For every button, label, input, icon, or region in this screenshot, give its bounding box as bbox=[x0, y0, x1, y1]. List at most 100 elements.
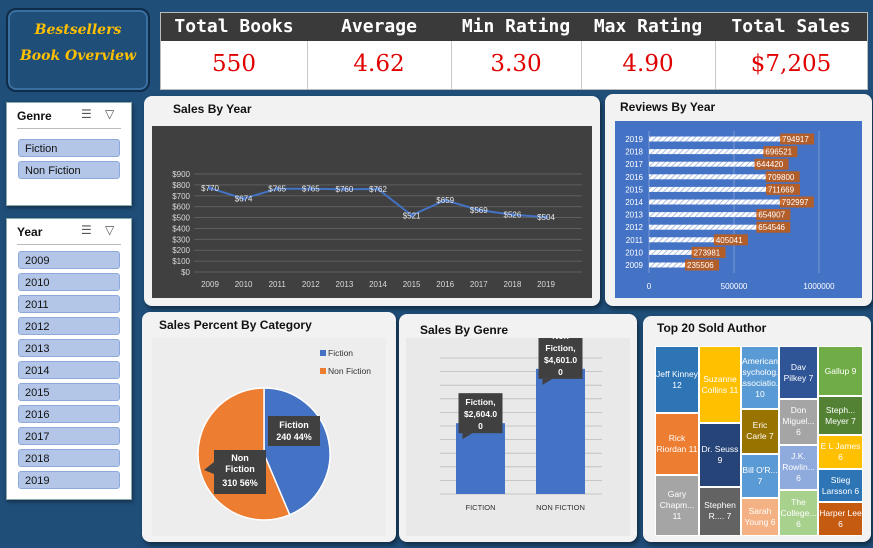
kpi-value: 4.62 bbox=[353, 51, 405, 77]
treemap-tile: Jeff Kinney 12 bbox=[655, 346, 699, 414]
treemap-tile: Suzanne Collins 11 bbox=[698, 346, 741, 424]
y-tick-label: $600 bbox=[172, 203, 190, 212]
y-tick-label: 2016 bbox=[625, 173, 643, 182]
slicer-item-year-2017[interactable]: 2017 bbox=[18, 427, 120, 445]
slicer-item-year-2016[interactable]: 2016 bbox=[18, 405, 120, 423]
data-label: $521 bbox=[403, 211, 421, 220]
y-tick-label: $200 bbox=[172, 246, 190, 255]
year-slicer: Year ☰ ▽ 2009 2010 2011 2012 2013 2014 2015 201… bbox=[6, 218, 132, 500]
treemap-tile: J.K. Rowlin... 6 bbox=[778, 444, 818, 491]
data-label: 792997 bbox=[782, 198, 809, 207]
kpi-label: Total Sales bbox=[715, 13, 867, 41]
slicer-item-fiction[interactable]: Fiction bbox=[18, 139, 120, 157]
plot-background bbox=[615, 121, 862, 298]
y-tick-label: 2009 bbox=[625, 261, 643, 270]
logo-line-2: Book Overview bbox=[19, 48, 137, 64]
treemap-tile: Stephen R.... 7 bbox=[698, 486, 741, 536]
y-tick-label: $900 bbox=[172, 170, 190, 179]
review-bar bbox=[649, 174, 770, 180]
reviews-by-year-title: Reviews By Year bbox=[620, 100, 716, 114]
clear-filter-icon[interactable]: ▽ bbox=[105, 223, 114, 237]
treemap-tile: Harper Lee 6 bbox=[817, 502, 863, 536]
kpi-max-rating: Max Rating 4.90 bbox=[581, 13, 716, 89]
x-tick-label: 2010 bbox=[235, 280, 253, 289]
sales-by-year-title: Sales By Year bbox=[173, 102, 252, 116]
treemap-tile: Don Miguel... 6 bbox=[778, 399, 818, 445]
reviews-by-year-chart: 0 500000 1000000 2019 794917 2018 696521 2017 64… bbox=[615, 121, 862, 298]
data-label: $760 bbox=[336, 185, 354, 194]
sales-percent-chart: FictionNon FictionFiction240 44%NonFicti… bbox=[152, 338, 386, 536]
sales-percent-title: Sales Percent By Category bbox=[159, 318, 312, 332]
legend-swatch bbox=[320, 350, 326, 356]
sales-by-genre-chart: FICTION Fiction, $2,604.0 0 NON FICTION Non Fi… bbox=[406, 338, 630, 536]
data-label: 654546 bbox=[758, 223, 785, 232]
top-authors-treemap: Jeff Kinney 12 Rick Riordan 11 Gary Chapm.… bbox=[655, 346, 863, 536]
review-bar bbox=[649, 149, 768, 155]
treemap-tile: Sarah Young 6 bbox=[740, 498, 779, 536]
data-label: Non bbox=[552, 338, 569, 341]
data-label: $770 bbox=[201, 184, 219, 193]
slicer-item-year-2014[interactable]: 2014 bbox=[18, 361, 120, 379]
y-tick-label: 2012 bbox=[625, 223, 643, 232]
data-label: $2,604.0 bbox=[464, 409, 497, 419]
kpi-min-rating: Min Rating 3.30 bbox=[451, 13, 582, 89]
data-label: 794917 bbox=[782, 135, 809, 144]
slicer-item-year-2015[interactable]: 2015 bbox=[18, 383, 120, 401]
data-label: 0 bbox=[478, 421, 483, 431]
review-bar bbox=[649, 186, 770, 192]
review-bar bbox=[649, 249, 696, 255]
x-tick-label: NON FICTION bbox=[536, 503, 585, 512]
treemap-tile: Bill O'R... 7 bbox=[740, 453, 779, 498]
data-label: Fiction, bbox=[465, 397, 495, 407]
slicer-item-year-2009[interactable]: 2009 bbox=[18, 251, 120, 269]
y-tick-label: 2015 bbox=[625, 185, 643, 194]
kpi-strip: Total Books 550 Average Rating 4.62 Min … bbox=[160, 12, 868, 90]
slicer-item-year-2010[interactable]: 2010 bbox=[18, 273, 120, 291]
data-label: Non bbox=[231, 453, 249, 463]
data-label: 235506 bbox=[687, 261, 714, 270]
legend-swatch bbox=[320, 368, 326, 374]
data-label: Fiction bbox=[279, 420, 309, 430]
data-label: 310 56% bbox=[222, 478, 258, 488]
sales-by-year-chart: $0 $100 $200 $300 $400$500 $600 $700 $800 $900 $7… bbox=[152, 126, 592, 298]
kpi-average-rating: Average Rating 4.62 bbox=[307, 13, 452, 89]
data-label: 696521 bbox=[765, 148, 792, 157]
slicer-item-non-fiction[interactable]: Non Fiction bbox=[18, 161, 120, 179]
data-label: $4,601.0 bbox=[544, 355, 577, 365]
multi-select-icon[interactable]: ☰ bbox=[81, 223, 92, 237]
slicer-item-year-2012[interactable]: 2012 bbox=[18, 317, 120, 335]
x-tick-label: 2012 bbox=[302, 280, 320, 289]
slicer-item-year-2011[interactable]: 2011 bbox=[18, 295, 120, 313]
kpi-label: Total Books bbox=[161, 13, 307, 41]
x-tick-label: 2013 bbox=[336, 280, 354, 289]
data-label: $765 bbox=[302, 185, 320, 194]
y-tick-label: $400 bbox=[172, 224, 190, 233]
x-tick-label: 2014 bbox=[369, 280, 387, 289]
legend-label: Non Fiction bbox=[328, 366, 371, 376]
x-tick-label: 2016 bbox=[436, 280, 454, 289]
slicer-item-year-2019[interactable]: 2019 bbox=[18, 471, 120, 489]
x-tick-label: 2017 bbox=[470, 280, 488, 289]
y-tick-label: $500 bbox=[172, 214, 190, 223]
slicer-item-year-2013[interactable]: 2013 bbox=[18, 339, 120, 357]
review-bar bbox=[649, 161, 759, 167]
review-bar bbox=[649, 136, 785, 142]
y-tick-label: 2011 bbox=[626, 236, 644, 245]
kpi-label: Min Rating bbox=[451, 13, 581, 41]
y-tick-label: 2010 bbox=[625, 248, 643, 257]
slicer-item-year-2018[interactable]: 2018 bbox=[18, 449, 120, 467]
x-tick-label: 2009 bbox=[201, 280, 219, 289]
y-tick-label: 2017 bbox=[625, 160, 643, 169]
treemap-tile: Eric Carle 7 bbox=[740, 409, 779, 454]
data-label: 709800 bbox=[768, 173, 795, 182]
review-bar bbox=[649, 224, 761, 230]
multi-select-icon[interactable]: ☰ bbox=[81, 107, 92, 121]
data-label: 273981 bbox=[694, 248, 721, 257]
data-label: $526 bbox=[504, 211, 522, 220]
treemap-tile: Dav Pilkey 7 bbox=[778, 346, 818, 400]
logo-line-1: Bestsellers bbox=[34, 22, 122, 38]
treemap-tile: Stieg Larsson 6 bbox=[817, 468, 863, 503]
x-tick-label: 2015 bbox=[403, 280, 421, 289]
clear-filter-icon[interactable]: ▽ bbox=[105, 107, 114, 121]
sales-percent-panel: Sales Percent By Category Fiction Non Fic… bbox=[142, 312, 396, 542]
